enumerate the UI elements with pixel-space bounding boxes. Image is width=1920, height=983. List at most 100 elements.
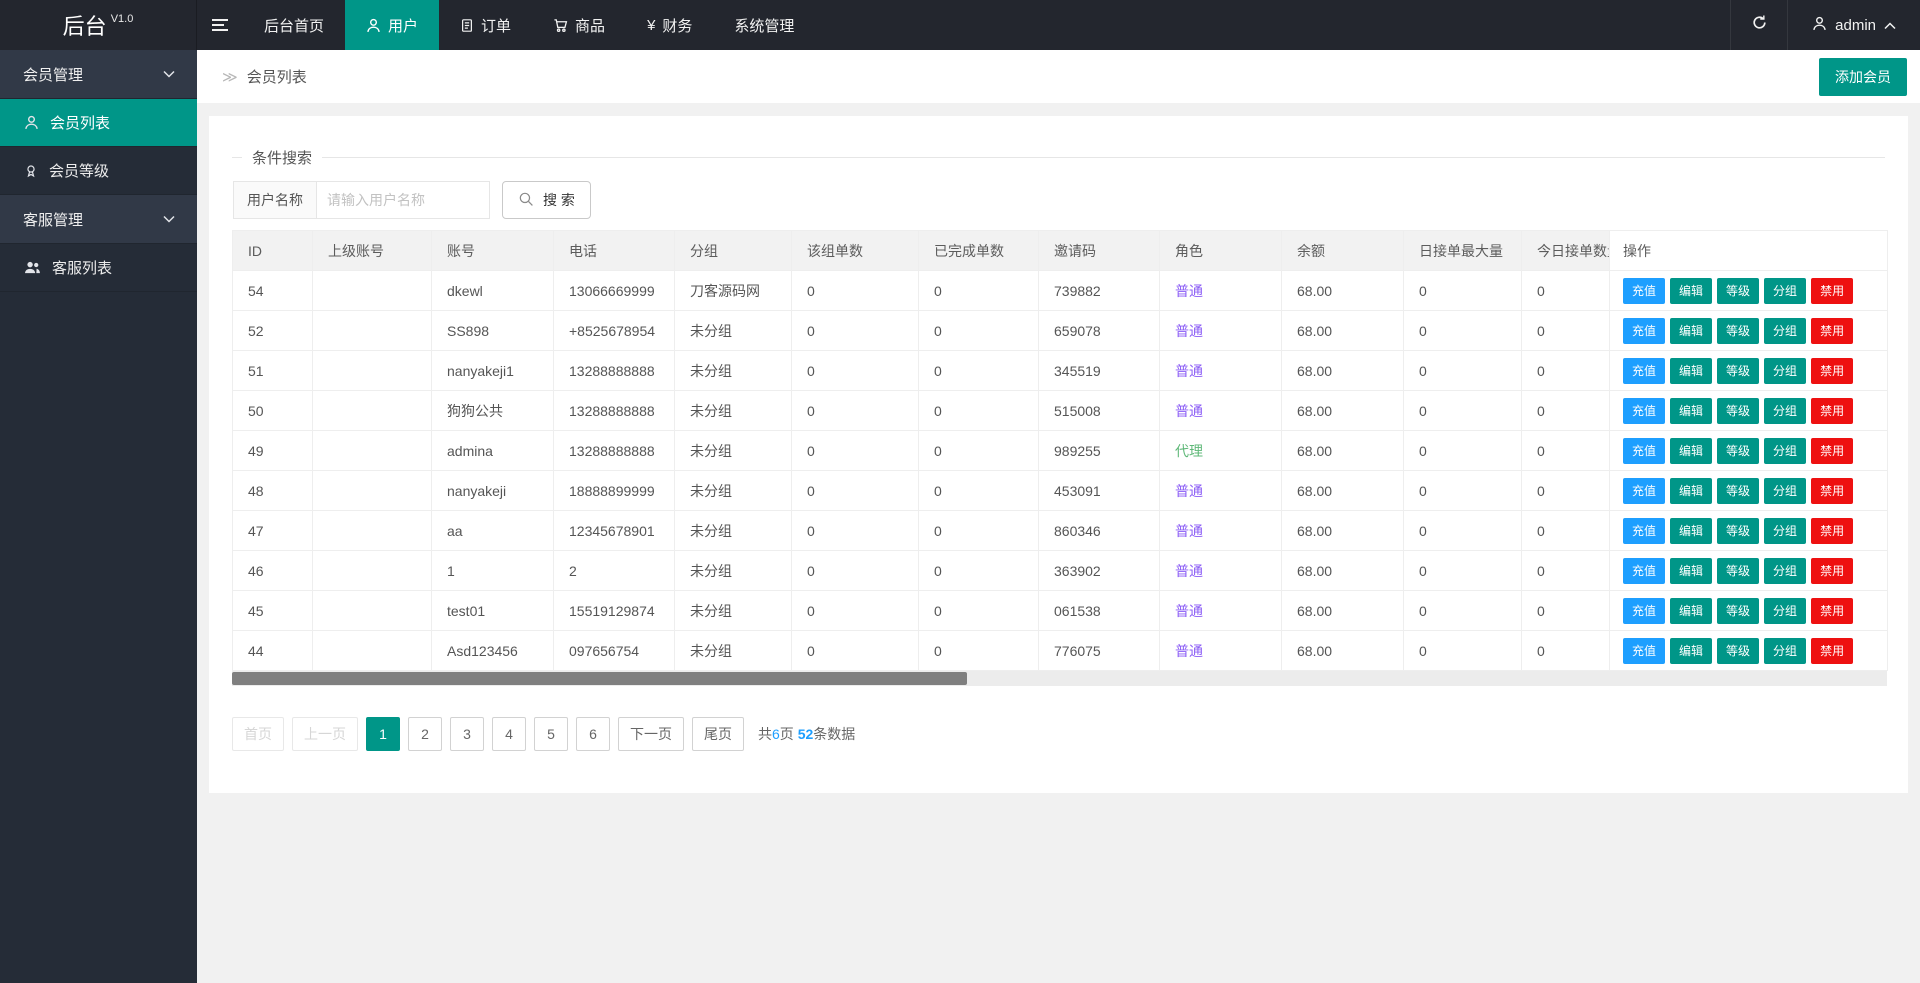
pagination-page-2[interactable]: 2: [408, 717, 442, 751]
scrollbar-thumb[interactable]: [232, 672, 967, 685]
user-menu[interactable]: admin: [1788, 0, 1920, 50]
cell-group_orders: 0: [792, 591, 919, 631]
action-button-分组[interactable]: 分组: [1764, 278, 1806, 304]
action-button-编辑[interactable]: 编辑: [1670, 518, 1712, 544]
refresh-button[interactable]: [1730, 0, 1788, 50]
pagination-page-6[interactable]: 6: [576, 717, 610, 751]
sidebar-item-会员列表[interactable]: 会员列表: [0, 99, 197, 147]
search-button[interactable]: 搜 索: [502, 181, 591, 219]
action-button-分组[interactable]: 分组: [1764, 598, 1806, 624]
action-button-编辑[interactable]: 编辑: [1670, 278, 1712, 304]
action-button-充值[interactable]: 充值: [1623, 278, 1665, 304]
action-button-充值[interactable]: 充值: [1623, 358, 1665, 384]
cell-group_orders: 0: [792, 551, 919, 591]
action-button-禁用[interactable]: 禁用: [1811, 438, 1853, 464]
action-button-禁用[interactable]: 禁用: [1811, 278, 1853, 304]
action-button-充值[interactable]: 充值: [1623, 438, 1665, 464]
topnav-item-系统管理[interactable]: 系统管理: [713, 0, 815, 50]
action-button-禁用[interactable]: 禁用: [1811, 518, 1853, 544]
action-button-禁用[interactable]: 禁用: [1811, 598, 1853, 624]
action-button-编辑[interactable]: 编辑: [1670, 318, 1712, 344]
search-button-label: 搜 索: [543, 190, 575, 210]
action-button-分组[interactable]: 分组: [1764, 478, 1806, 504]
action-button-充值[interactable]: 充值: [1623, 518, 1665, 544]
action-button-禁用[interactable]: 禁用: [1811, 318, 1853, 344]
topnav-item-后台首页[interactable]: 后台首页: [243, 0, 345, 50]
action-button-编辑[interactable]: 编辑: [1670, 398, 1712, 424]
action-button-充值[interactable]: 充值: [1623, 398, 1665, 424]
cell-role: 普通: [1160, 391, 1282, 431]
sidebar-item-客服列表[interactable]: 客服列表: [0, 244, 197, 292]
action-button-编辑[interactable]: 编辑: [1670, 438, 1712, 464]
action-button-等级[interactable]: 等级: [1717, 398, 1759, 424]
cell-id: 48: [233, 471, 313, 511]
cell-group_orders: 0: [792, 471, 919, 511]
pagination-page-1[interactable]: 1: [366, 717, 400, 751]
column-header-邀请码: 邀请码: [1039, 231, 1160, 271]
pagination-next-button[interactable]: 下一页: [618, 717, 684, 751]
username-field-label: 用户名称: [233, 181, 317, 219]
pagination-first-button[interactable]: 首页: [232, 717, 284, 751]
summary-text: 页: [780, 726, 798, 742]
cell-completed_orders: 0: [919, 631, 1039, 671]
action-button-等级[interactable]: 等级: [1717, 638, 1759, 664]
action-button-禁用[interactable]: 禁用: [1811, 478, 1853, 504]
action-button-等级[interactable]: 等级: [1717, 478, 1759, 504]
action-button-充值[interactable]: 充值: [1623, 638, 1665, 664]
cell-today_orders: 0: [1522, 431, 1610, 471]
action-button-分组[interactable]: 分组: [1764, 518, 1806, 544]
action-button-等级[interactable]: 等级: [1717, 518, 1759, 544]
action-button-分组[interactable]: 分组: [1764, 638, 1806, 664]
action-button-等级[interactable]: 等级: [1717, 438, 1759, 464]
cell-parent_account: [313, 631, 432, 671]
topnav-item-用户[interactable]: 用户: [345, 0, 439, 50]
username-input[interactable]: [317, 181, 490, 219]
cell-balance: 68.00: [1282, 431, 1404, 471]
pagination-page-5[interactable]: 5: [534, 717, 568, 751]
action-button-分组[interactable]: 分组: [1764, 438, 1806, 464]
action-button-编辑[interactable]: 编辑: [1670, 358, 1712, 384]
action-button-等级[interactable]: 等级: [1717, 358, 1759, 384]
action-button-编辑[interactable]: 编辑: [1670, 598, 1712, 624]
sidebar-group-客服管理[interactable]: 客服管理: [0, 195, 197, 244]
pagination-last-button[interactable]: 尾页: [692, 717, 744, 751]
action-button-等级[interactable]: 等级: [1717, 598, 1759, 624]
pagination-page-4[interactable]: 4: [492, 717, 526, 751]
action-button-充值[interactable]: 充值: [1623, 598, 1665, 624]
action-button-分组[interactable]: 分组: [1764, 358, 1806, 384]
action-button-禁用[interactable]: 禁用: [1811, 558, 1853, 584]
chevron-up-icon: [1884, 17, 1896, 34]
action-button-等级[interactable]: 等级: [1717, 278, 1759, 304]
action-button-禁用[interactable]: 禁用: [1811, 398, 1853, 424]
action-button-禁用[interactable]: 禁用: [1811, 638, 1853, 664]
action-button-等级[interactable]: 等级: [1717, 558, 1759, 584]
action-button-等级[interactable]: 等级: [1717, 318, 1759, 344]
action-button-编辑[interactable]: 编辑: [1670, 558, 1712, 584]
action-button-分组[interactable]: 分组: [1764, 318, 1806, 344]
sidebar-item-会员等级[interactable]: 会员等级: [0, 147, 197, 195]
cell-role: 普通: [1160, 591, 1282, 631]
action-button-分组[interactable]: 分组: [1764, 398, 1806, 424]
pagination-prev-button[interactable]: 上一页: [292, 717, 358, 751]
topnav-item-财务[interactable]: ¥财务: [626, 0, 713, 50]
action-button-编辑[interactable]: 编辑: [1670, 638, 1712, 664]
action-button-禁用[interactable]: 禁用: [1811, 358, 1853, 384]
cell-today_orders: 0: [1522, 391, 1610, 431]
action-button-编辑[interactable]: 编辑: [1670, 478, 1712, 504]
add-member-button[interactable]: 添加会员: [1819, 58, 1907, 96]
topnav-item-订单[interactable]: 订单: [439, 0, 532, 50]
pagination-page-3[interactable]: 3: [450, 717, 484, 751]
cell-id: 44: [233, 631, 313, 671]
action-button-充值[interactable]: 充值: [1623, 558, 1665, 584]
sidebar-group-会员管理[interactable]: 会员管理: [0, 50, 197, 99]
sidebar-item-label: 客服列表: [52, 257, 112, 278]
horizontal-scrollbar[interactable]: [232, 671, 1887, 686]
action-button-充值[interactable]: 充值: [1623, 318, 1665, 344]
action-button-充值[interactable]: 充值: [1623, 478, 1665, 504]
sidebar-toggle-button[interactable]: [197, 0, 243, 50]
topnav-item-商品[interactable]: 商品: [532, 0, 626, 50]
cell-role: 普通: [1160, 271, 1282, 311]
topbar: 后台 V1.0 后台首页用户订单商品¥财务系统管理 ad: [0, 0, 1920, 50]
table-row: 45test0115519129874未分组00061538普通68.0000充…: [233, 591, 1888, 631]
action-button-分组[interactable]: 分组: [1764, 558, 1806, 584]
